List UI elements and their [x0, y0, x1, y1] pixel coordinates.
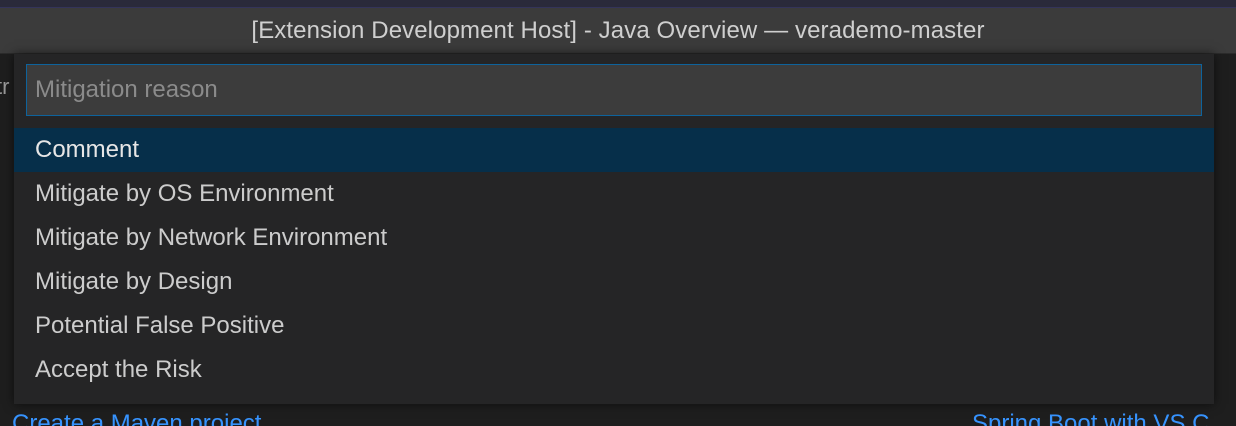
quick-pick-item-label: Accept the Risk [35, 356, 202, 383]
quick-pick-item-accept-risk[interactable]: Accept the Risk [14, 348, 1214, 392]
window-titlebar: [Extension Development Host] - Java Over… [0, 8, 1236, 54]
quick-pick-item-mitigate-design[interactable]: Mitigate by Design [14, 260, 1214, 304]
quick-pick-item-label: Mitigate by Network Environment [35, 224, 388, 251]
quick-pick-item-false-positive[interactable]: Potential False Positive [14, 304, 1214, 348]
quick-pick-item-label: Mitigate by Design [35, 268, 233, 295]
spring-boot-link[interactable]: Spring Boot with VS C [972, 410, 1209, 426]
quick-pick-widget: Comment Mitigate by OS Environment Mitig… [14, 54, 1214, 404]
window-top-strip [0, 0, 1236, 8]
quick-pick-item-label: Mitigate by OS Environment [35, 180, 334, 207]
mitigation-reason-input[interactable] [27, 65, 1201, 115]
quick-pick-list: Comment Mitigate by OS Environment Mitig… [14, 128, 1214, 392]
background-text-fragment: tr [0, 74, 10, 99]
quick-pick-input-box [26, 64, 1202, 116]
editor-background [0, 54, 14, 426]
quick-pick-item-comment[interactable]: Comment [14, 128, 1214, 172]
app-window: [Extension Development Host] - Java Over… [0, 0, 1236, 426]
quick-pick-item-label: Potential False Positive [35, 312, 285, 339]
quick-pick-item-mitigate-network[interactable]: Mitigate by Network Environment [14, 216, 1214, 260]
create-maven-project-link[interactable]: Create a Maven project [12, 410, 261, 426]
quick-pick-item-mitigate-os[interactable]: Mitigate by OS Environment [14, 172, 1214, 216]
window-title: [Extension Development Host] - Java Over… [251, 16, 985, 44]
quick-pick-item-label: Comment [35, 136, 140, 163]
